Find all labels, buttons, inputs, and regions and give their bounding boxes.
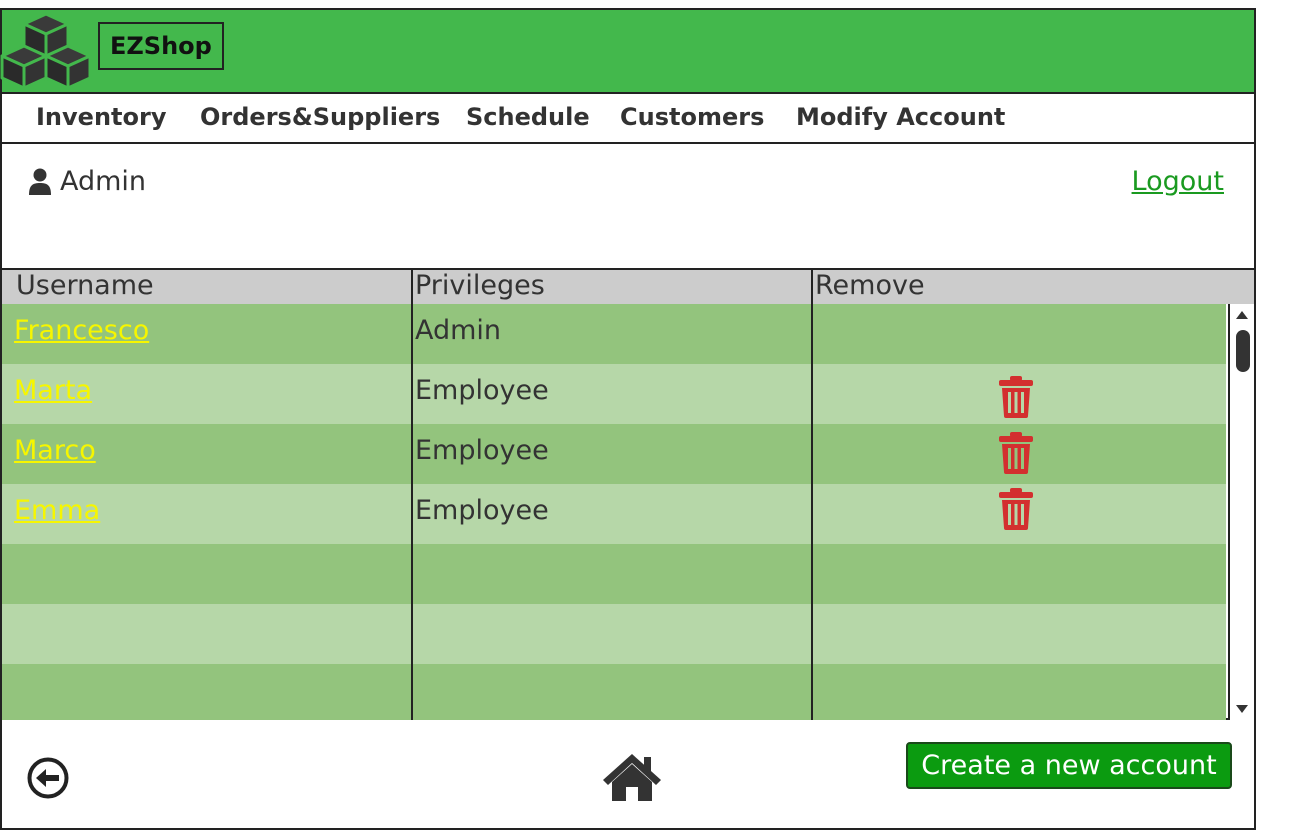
main-nav: Inventory Orders&Suppliers Schedule Cust…: [2, 94, 1254, 144]
brand-name: EZShop: [98, 22, 224, 70]
trash-icon[interactable]: [998, 376, 1034, 418]
username-link[interactable]: Emma: [14, 484, 100, 544]
table-body: Francesco Admin Marta Employee Marco Emp…: [2, 304, 1226, 720]
nav-item-customers[interactable]: Customers: [620, 94, 764, 142]
table-row: [2, 664, 1226, 720]
home-icon[interactable]: [602, 752, 662, 802]
table-row: Francesco Admin: [2, 304, 1226, 364]
privileges-cell: Employee: [415, 495, 549, 526]
nav-item-orders-suppliers[interactable]: Orders&Suppliers: [200, 94, 440, 142]
trash-icon[interactable]: [998, 488, 1034, 530]
username-link[interactable]: Marta: [14, 364, 92, 424]
logout-link[interactable]: Logout: [1132, 164, 1224, 200]
user-name: Admin: [60, 166, 147, 197]
privileges-cell: Employee: [415, 435, 549, 466]
back-arrow-icon[interactable]: [26, 756, 70, 800]
accounts-table: Username Privileges Remove Francesco Adm…: [2, 268, 1254, 720]
nav-item-inventory[interactable]: Inventory: [36, 94, 166, 142]
privileges-cell: Employee: [415, 375, 549, 406]
header-bar: EZShop: [0, 10, 1254, 94]
column-divider: [811, 270, 813, 720]
scroll-up-icon[interactable]: [1235, 310, 1249, 320]
username-link[interactable]: Marco: [14, 424, 96, 484]
nav-item-modify-account[interactable]: Modify Account: [796, 94, 1005, 142]
user-icon: [29, 168, 51, 195]
cubes-logo-icon: [0, 12, 92, 90]
table-row: [2, 604, 1226, 664]
table-row: Emma Employee: [2, 484, 1226, 544]
scroll-thumb[interactable]: [1236, 330, 1250, 372]
table-row: [2, 544, 1226, 604]
trash-icon[interactable]: [998, 432, 1034, 474]
column-divider: [411, 270, 413, 720]
column-header-username: Username: [16, 270, 154, 301]
column-header-remove: Remove: [815, 270, 925, 301]
privileges-cell: Admin: [415, 315, 502, 346]
username-link[interactable]: Francesco: [14, 304, 149, 364]
table-row: Marta Employee: [2, 364, 1226, 424]
create-account-button[interactable]: Create a new account: [906, 742, 1232, 789]
app-window: EZShop Inventory Orders&Suppliers Schedu…: [0, 8, 1256, 830]
table-header: Username Privileges Remove: [2, 270, 1254, 304]
scroll-down-icon[interactable]: [1235, 704, 1249, 714]
table-scrollbar[interactable]: [1228, 304, 1254, 720]
column-header-privileges: Privileges: [415, 270, 545, 301]
nav-item-schedule[interactable]: Schedule: [466, 94, 590, 142]
table-row: Marco Employee: [2, 424, 1226, 484]
